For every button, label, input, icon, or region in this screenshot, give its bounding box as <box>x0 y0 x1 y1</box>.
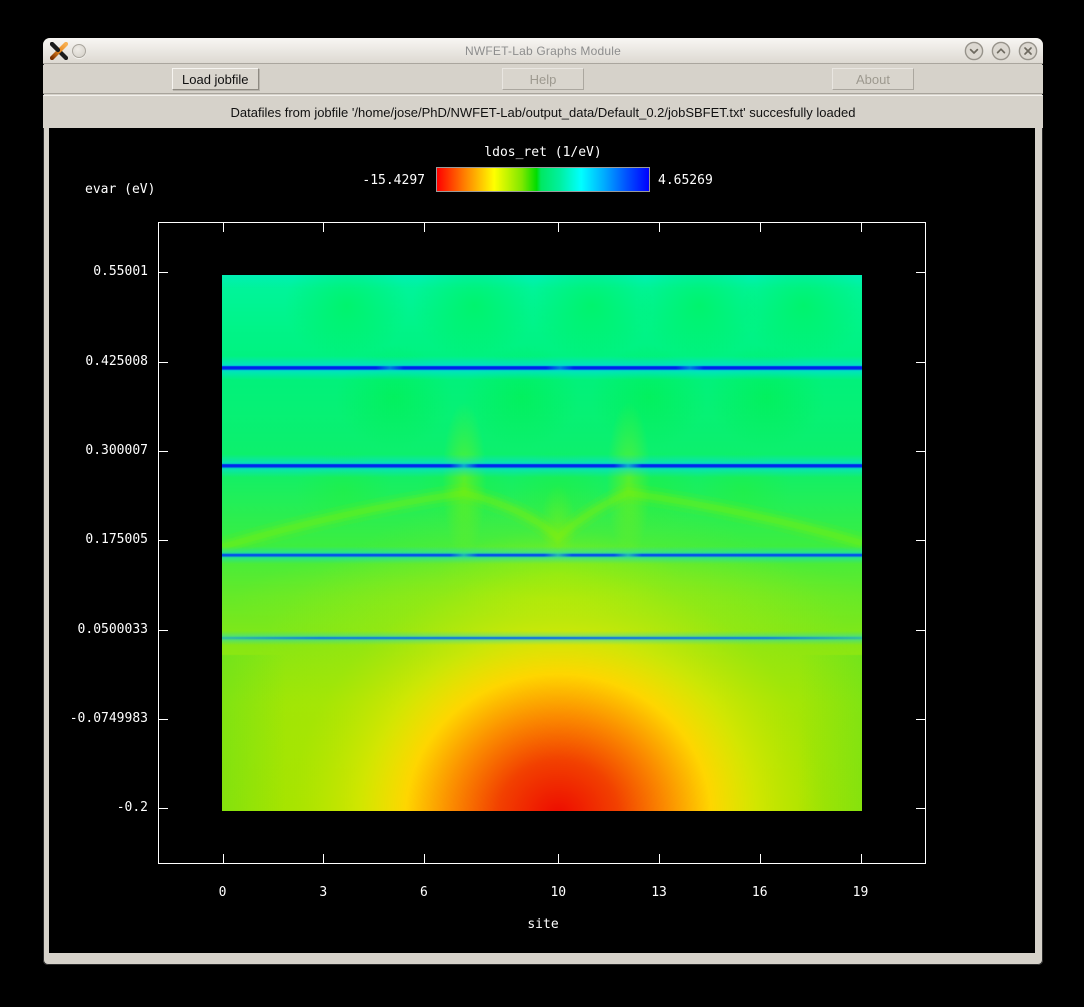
x-tick-top <box>424 223 425 232</box>
minimize-button[interactable] <box>964 41 984 61</box>
x-tick-bottom <box>223 854 224 863</box>
x-tick-label: 0 <box>201 885 245 900</box>
window-title: NWFET-Lab Graphs Module <box>43 44 1043 58</box>
y-tick-left <box>159 540 168 541</box>
close-button[interactable] <box>1018 41 1038 61</box>
x-tick-bottom <box>323 854 324 863</box>
load-jobfile-button[interactable]: Load jobfile <box>172 68 259 90</box>
x-tick-label: 19 <box>839 885 883 900</box>
y-tick-right <box>916 808 925 809</box>
x-tick-label: 10 <box>536 885 580 900</box>
x-tick-label: 6 <box>402 885 446 900</box>
plot-area: evar (eV) ldos_ret (1/eV) -15.4297 4.652… <box>49 128 1035 953</box>
ldos-heatmap[interactable] <box>222 275 862 811</box>
x-tick-top <box>558 223 559 232</box>
x-tick-bottom <box>861 854 862 863</box>
colorbar-gradient <box>436 167 650 192</box>
x-tick-label: 3 <box>301 885 345 900</box>
toolbar: Load jobfile Help About <box>43 65 1043 94</box>
x-tick-bottom <box>659 854 660 863</box>
y-tick-left <box>159 630 168 631</box>
x-tick-top <box>760 223 761 232</box>
title-bar[interactable]: NWFET-Lab Graphs Module <box>43 38 1043 64</box>
y-tick-label: -0.2 <box>49 800 148 815</box>
x-tick-top <box>659 223 660 232</box>
window-menu-button[interactable] <box>72 44 86 58</box>
y-tick-right <box>916 630 925 631</box>
maximize-button[interactable] <box>991 41 1011 61</box>
y-tick-label: 0.300007 <box>49 443 148 458</box>
x-tick-bottom <box>424 854 425 863</box>
y-tick-label: 0.175005 <box>49 532 148 547</box>
colorbar-title: ldos_ret (1/eV) <box>436 145 650 160</box>
x-tick-label: 16 <box>738 885 782 900</box>
y-tick-label: 0.425008 <box>49 354 148 369</box>
y-tick-left <box>159 451 168 452</box>
y-tick-left <box>159 362 168 363</box>
y-tick-right <box>916 719 925 720</box>
x-tick-top <box>323 223 324 232</box>
y-tick-right <box>916 540 925 541</box>
y-tick-label: 0.0500033 <box>49 622 148 637</box>
y-tick-label: -0.0749983 <box>49 711 148 726</box>
y-tick-label: 0.55001 <box>49 264 148 279</box>
y-tick-right <box>916 362 925 363</box>
y-tick-left <box>159 272 168 273</box>
status-message: Datafiles from jobfile '/home/jose/PhD/N… <box>231 105 856 120</box>
x-tick-label: 13 <box>637 885 681 900</box>
y-axis-title: evar (eV) <box>85 182 155 197</box>
colorbar-max-label: 4.65269 <box>658 173 713 188</box>
window-controls <box>964 41 1038 61</box>
status-bar: Datafiles from jobfile '/home/jose/PhD/N… <box>43 95 1043 128</box>
x-tick-top <box>861 223 862 232</box>
y-tick-left <box>159 719 168 720</box>
app-window: NWFET-Lab Graphs Module Load jobfile Hel… <box>43 38 1043 965</box>
y-tick-left <box>159 808 168 809</box>
y-tick-right <box>916 272 925 273</box>
about-button[interactable]: About <box>832 68 914 90</box>
help-button[interactable]: Help <box>502 68 584 90</box>
x-app-icon <box>50 42 68 60</box>
x-tick-bottom <box>760 854 761 863</box>
x-axis-title: site <box>443 917 643 932</box>
colorbar-min-label: -15.4297 <box>295 173 425 188</box>
y-tick-right <box>916 451 925 452</box>
x-tick-top <box>223 223 224 232</box>
x-tick-bottom <box>558 854 559 863</box>
